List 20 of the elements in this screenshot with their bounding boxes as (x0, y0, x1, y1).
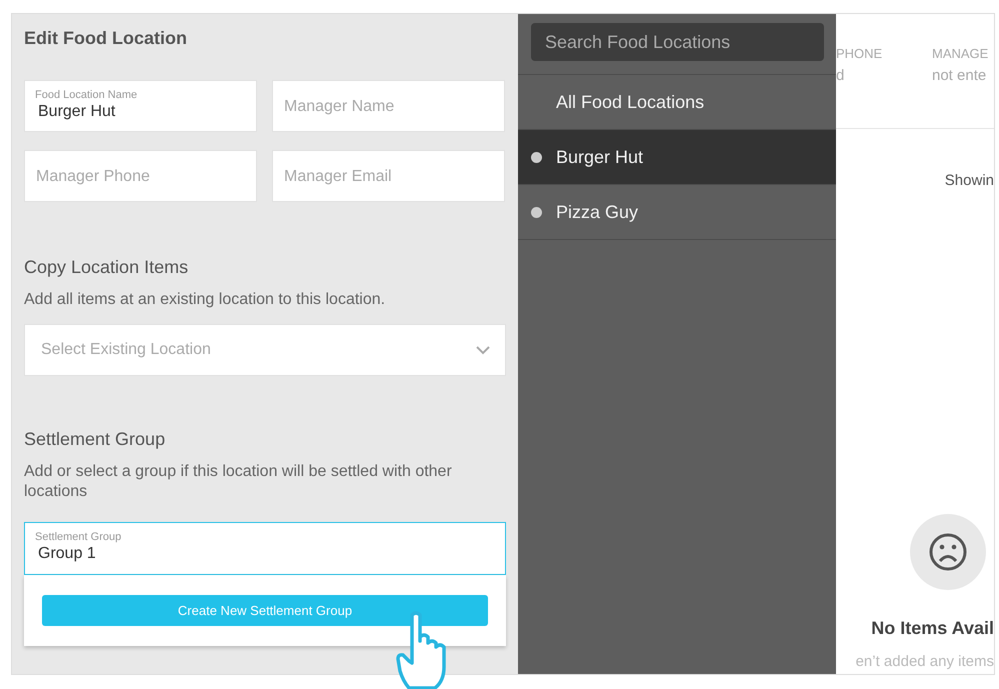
section-title: Settlement Group (24, 429, 166, 450)
column-heading: MANAGE (932, 46, 990, 61)
panel-title: Edit Food Location (24, 28, 188, 50)
section-description: Add all items at an existing location to this location. (24, 290, 386, 310)
search-field[interactable]: Search Food Locations (531, 23, 824, 61)
empty-state-title: No Items Avail (871, 618, 994, 639)
section-title: Copy Location Items (24, 257, 190, 278)
column-value: d (836, 67, 846, 84)
column-value: not ente (932, 67, 988, 84)
empty-state-message: en’t added any items (856, 653, 994, 670)
chevron-down-icon (475, 345, 491, 355)
input-field[interactable]: Food Location Name Burger Hut (24, 80, 257, 132)
section-description: Add or select a group if this location will be settled with other locations (24, 462, 453, 502)
location-list-item[interactable]: Burger Hut (518, 130, 836, 185)
status-dot (531, 152, 542, 162)
showing-text: Showin (944, 172, 994, 189)
status-dot (531, 206, 542, 218)
location-list-item[interactable]: Pizza Guy (518, 185, 836, 240)
input-field[interactable]: Settlement Group Group 1 (24, 522, 506, 575)
column-heading: PHONE (836, 46, 884, 61)
